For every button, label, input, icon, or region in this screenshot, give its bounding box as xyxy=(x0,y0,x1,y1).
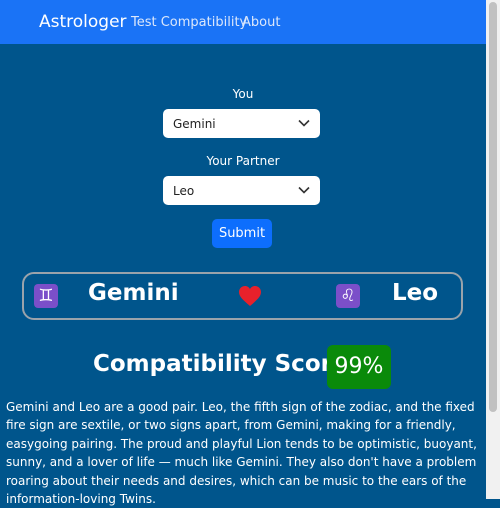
you-label: You xyxy=(232,87,254,101)
heart-icon xyxy=(239,286,261,306)
brand-link[interactable]: Astrologer xyxy=(39,12,127,32)
partner-label: Your Partner xyxy=(206,154,280,168)
submit-button[interactable]: Submit xyxy=(212,219,272,248)
scrollbar-thumb[interactable] xyxy=(489,2,497,412)
you-sign-select[interactable]: Gemini xyxy=(163,109,320,138)
leo-icon: ♌ xyxy=(336,284,360,308)
pair-result-box: ♊ Gemini ♌ Leo xyxy=(22,272,463,320)
nav-link-about[interactable]: About xyxy=(242,15,280,30)
gemini-icon: ♊ xyxy=(34,284,58,308)
partner-sign-selected-value: Leo xyxy=(173,184,195,198)
you-sign-name: Gemini xyxy=(88,280,179,306)
scrollbar[interactable] xyxy=(486,0,500,499)
chevron-down-icon xyxy=(298,186,310,194)
partner-sign-name: Leo xyxy=(392,280,439,306)
compatibility-description: Gemini and Leo are a good pair. Leo, the… xyxy=(6,400,477,507)
compatibility-score-title: Compatibility Score: xyxy=(93,351,357,377)
compatibility-score-badge: 99% xyxy=(327,345,391,389)
partner-sign-select[interactable]: Leo xyxy=(163,176,320,205)
chevron-down-icon xyxy=(298,119,310,127)
navbar: Astrologer Test Compatibility About xyxy=(0,0,486,44)
you-sign-selected-value: Gemini xyxy=(173,117,216,131)
nav-link-test-compatibility[interactable]: Test Compatibility xyxy=(131,15,247,30)
